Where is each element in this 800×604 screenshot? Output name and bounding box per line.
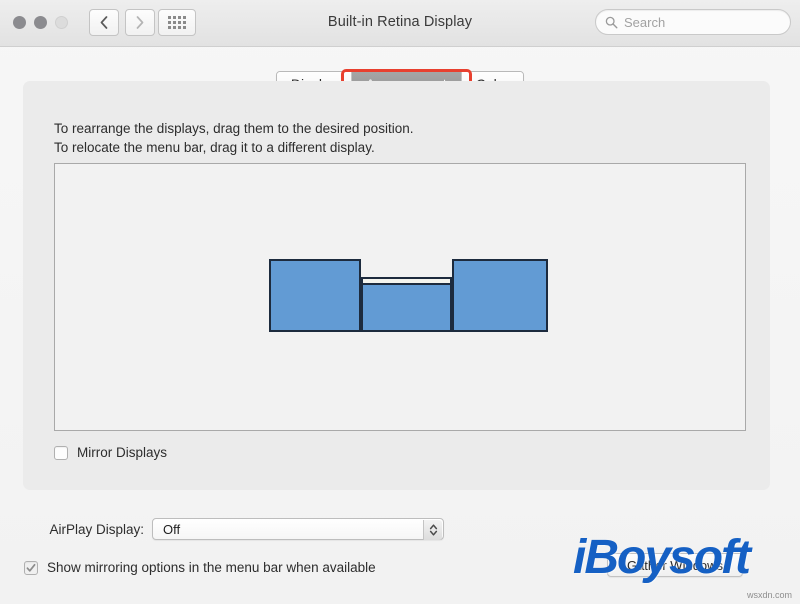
watermark-logo: iBoysoft (573, 531, 751, 584)
airplay-display-label: AirPlay Display: (49, 521, 144, 537)
instructions-text: To rearrange the displays, drag them to … (54, 119, 413, 157)
show-mirroring-options-checkbox[interactable] (24, 560, 38, 575)
title-bar: Built-in Retina Display Search (0, 0, 800, 47)
show-mirroring-options-row[interactable]: Show mirroring options in the menu bar w… (24, 560, 376, 575)
arrangement-panel: To rearrange the displays, drag them to … (23, 81, 770, 490)
display-thumbnail-right[interactable] (452, 259, 548, 332)
show-mirroring-options-label: Show mirroring options in the menu bar w… (47, 560, 376, 575)
checkmark-icon (26, 563, 36, 572)
chevron-up-down-icon[interactable] (423, 520, 442, 540)
instruction-line-1: To rearrange the displays, drag them to … (54, 121, 414, 136)
display-thumbnail-center[interactable] (361, 277, 452, 332)
menu-bar-strip[interactable] (363, 279, 450, 285)
airplay-display-select[interactable]: Off (152, 518, 444, 540)
mirror-displays-checkbox[interactable] (54, 445, 68, 460)
instruction-line-2: To relocate the menu bar, drag it to a d… (54, 140, 375, 155)
watermark-url: wsxdn.com (746, 590, 792, 600)
display-arrangement-canvas[interactable] (54, 163, 746, 431)
search-icon (605, 16, 618, 28)
search-placeholder: Search (624, 14, 666, 30)
display-thumbnail-left[interactable] (269, 259, 361, 332)
airplay-display-row: AirPlay Display: Off (24, 518, 444, 540)
mirror-displays-label: Mirror Displays (77, 445, 168, 460)
stepper-arrows (429, 524, 437, 536)
airplay-display-value: Off (163, 521, 181, 537)
search-field[interactable]: Search (595, 9, 791, 35)
display-preferences-window: Built-in Retina Display Search Display A… (0, 0, 800, 604)
mirror-displays-row[interactable]: Mirror Displays (54, 445, 167, 460)
